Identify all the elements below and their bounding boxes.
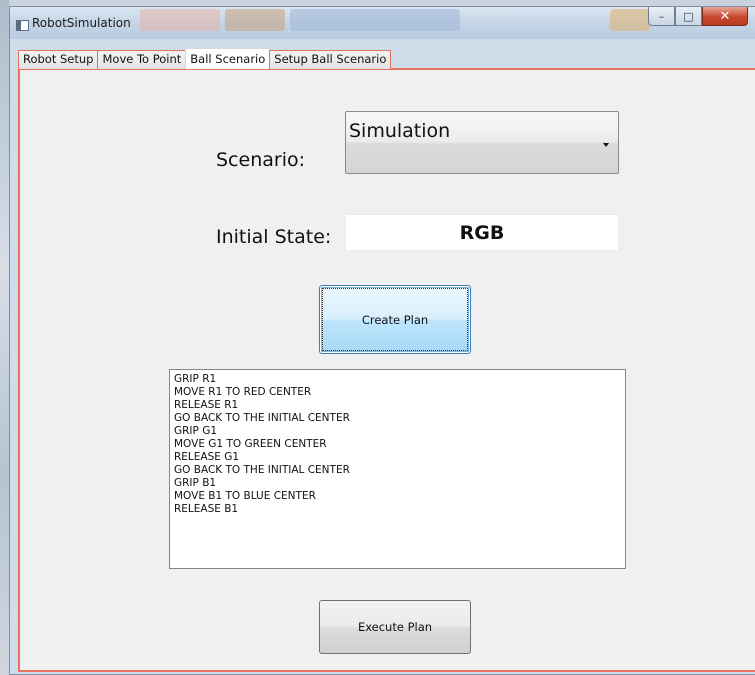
tab-robot-setup[interactable]: Robot Setup [18, 50, 99, 69]
scenario-selected-value: Simulation [349, 120, 451, 142]
titlebar-blur [225, 9, 285, 31]
window-icon [16, 20, 29, 31]
tab-content-panel: Scenario: Simulation Initial State: RGB … [18, 68, 755, 672]
minimize-icon: – [658, 9, 665, 23]
initial-state-field[interactable]: RGB [345, 214, 619, 251]
create-plan-label: Create Plan [361, 312, 429, 327]
maximize-button[interactable]: □ [675, 7, 702, 26]
title-bar[interactable]: RobotSimulation – □ ✕ [10, 7, 755, 39]
create-plan-button[interactable]: Create Plan [319, 285, 471, 354]
execute-plan-label: Execute Plan [357, 620, 433, 634]
list-item[interactable]: RELEASE B1 [174, 503, 625, 516]
plan-list[interactable]: GRIP R1 MOVE R1 TO RED CENTER RELEASE R1 GO… [169, 369, 626, 569]
caption-buttons: – □ ✕ [648, 7, 748, 27]
execute-plan-button[interactable]: Execute Plan [319, 600, 471, 654]
desktop-background [0, 0, 9, 675]
list-item[interactable]: GRIP R1 [174, 373, 625, 386]
tab-setup-ball-scenario[interactable]: Setup Ball Scenario [269, 50, 392, 69]
list-item[interactable]: GRIP B1 [174, 477, 625, 490]
tab-ball-scenario[interactable]: Ball Scenario [185, 48, 271, 69]
list-item[interactable]: MOVE G1 TO GREEN CENTER [174, 438, 625, 451]
scenario-label: Scenario: [216, 149, 305, 171]
titlebar-blur [290, 9, 460, 31]
close-button[interactable]: ✕ [702, 7, 748, 26]
list-item[interactable]: MOVE R1 TO RED CENTER [174, 386, 625, 399]
list-item[interactable]: RELEASE G1 [174, 451, 625, 464]
initial-state-label: Initial State: [216, 226, 332, 248]
list-item[interactable]: RELEASE R1 [174, 399, 625, 412]
titlebar-blur [140, 9, 220, 31]
maximize-icon: □ [683, 9, 694, 23]
plan-lines: GRIP R1 MOVE R1 TO RED CENTER RELEASE R1 GO… [174, 373, 625, 516]
chevron-down-icon [603, 143, 609, 147]
tab-strip: Robot Setup Move To Point Ball Scenario … [18, 48, 392, 69]
tab-move-to-point[interactable]: Move To Point [97, 50, 187, 69]
scenario-dropdown[interactable]: Simulation [345, 111, 619, 174]
titlebar-blur [610, 9, 650, 31]
list-item[interactable]: MOVE B1 TO BLUE CENTER [174, 490, 625, 503]
app-window: RobotSimulation – □ ✕ Robot Setup Move T… [9, 6, 755, 675]
list-item[interactable]: GO BACK TO THE INITIAL CENTER [174, 464, 625, 477]
list-item[interactable]: GO BACK TO THE INITIAL CENTER [174, 412, 625, 425]
minimize-button[interactable]: – [648, 7, 675, 26]
close-icon: ✕ [719, 8, 731, 24]
list-item[interactable]: GRIP G1 [174, 425, 625, 438]
window-title: RobotSimulation [32, 16, 131, 30]
